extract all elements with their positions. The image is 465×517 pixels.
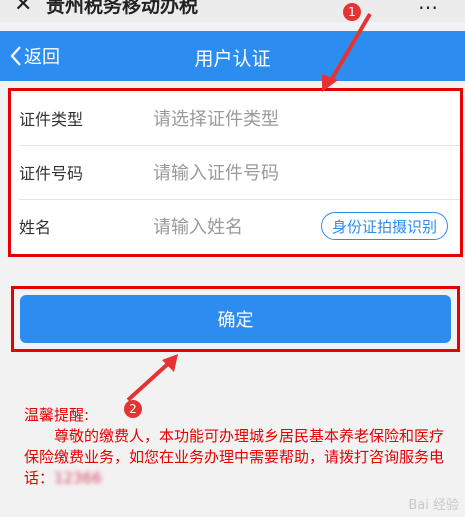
confirm-highlight: 确定 (11, 286, 460, 352)
watermark: Bai 经验 (408, 498, 459, 513)
id-type-row[interactable]: 证件类型 请选择证件类型 (11, 91, 460, 145)
confirm-button[interactable]: 确定 (20, 295, 451, 343)
tips-body: 尊敬的缴费人，本功能可办理城乡居民基本养老保险和医疗保险缴费业务，如您在业务办理… (24, 426, 454, 489)
tips-notice: 温馨提醒: 尊敬的缴费人，本功能可办理城乡居民基本养老保险和医疗保险缴费业务，如… (24, 405, 454, 489)
id-number-label: 证件号码 (19, 164, 84, 183)
more-menu-icon[interactable]: … (418, 0, 439, 14)
name-label: 姓名 (19, 218, 52, 237)
id-card-scan-button[interactable]: 身份证拍摄识别 (320, 212, 448, 240)
id-number-input[interactable]: 请输入证件号码 (153, 159, 279, 185)
app-title: 贵州税务移动办税 (46, 0, 199, 17)
id-type-label: 证件类型 (19, 110, 84, 129)
name-input[interactable]: 请输入姓名 (153, 213, 243, 239)
page-title: 用户认证 (194, 48, 271, 70)
tips-phone: 12366 (54, 469, 102, 487)
window-topbar: ✕ 贵州税务移动办税 … (0, 0, 465, 22)
tips-heading: 温馨提醒: (24, 406, 90, 424)
name-row[interactable]: 姓名 请输入姓名 身份证拍摄识别 (11, 199, 460, 253)
id-type-select[interactable]: 请选择证件类型 (153, 105, 279, 131)
annotation-marker-1: 1 (343, 3, 361, 21)
nav-bar: 返回 用户认证 (0, 31, 465, 81)
id-number-row[interactable]: 证件号码 请输入证件号码 (11, 145, 460, 199)
close-icon[interactable]: ✕ (14, 0, 32, 17)
auth-form: 证件类型 请选择证件类型 证件号码 请输入证件号码 姓名 请输入姓名 身份证拍摄… (8, 88, 463, 257)
annotation-marker-2: 2 (124, 400, 142, 418)
